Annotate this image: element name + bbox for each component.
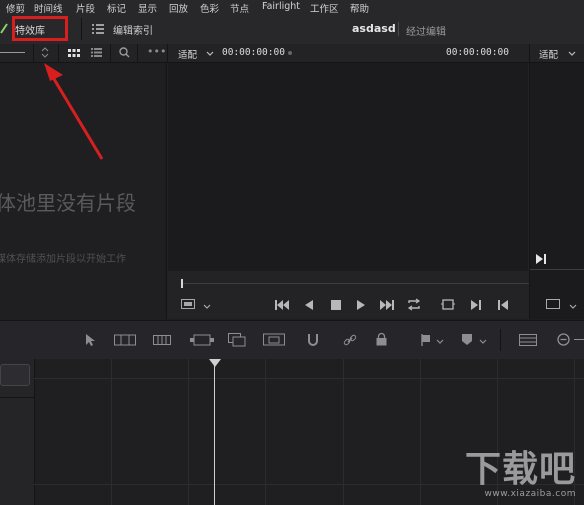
menu-trim[interactable]: 修剪: [6, 1, 25, 15]
menu-playback[interactable]: 回放: [169, 1, 188, 15]
chevron-down-icon[interactable]: [569, 302, 577, 313]
zoom-slider[interactable]: [574, 339, 584, 340]
toolbar-divider: [500, 329, 501, 351]
chevron-down-icon[interactable]: [568, 49, 576, 60]
chevron-down-icon[interactable]: [436, 337, 444, 348]
timeline-viewer-scrub[interactable]: [530, 269, 584, 270]
selection-tool-icon[interactable]: [86, 334, 95, 349]
menu-bar: 修剪 时间线 片段 标记 显示 回放 色彩 节点 Fairlight 工作区 帮…: [0, 0, 584, 15]
timeline-grid-line: [343, 359, 344, 505]
menu-workspace[interactable]: 工作区: [310, 1, 339, 15]
scrub-bar[interactable]: [181, 283, 529, 284]
scrub-playhead[interactable]: [181, 279, 183, 288]
skip-to-start-icon[interactable]: [275, 300, 289, 313]
zoom-out-icon[interactable]: [557, 333, 570, 349]
edit-index-tab[interactable]: 编辑索引: [113, 22, 153, 37]
insert-clip-icon[interactable]: [190, 333, 214, 350]
watermark-url: www.xiazaiba.com: [484, 489, 576, 499]
timeline-grid-line: [111, 359, 112, 505]
right-viewer-subbar: 适配: [529, 44, 584, 62]
more-dots-icon: •••: [147, 45, 167, 58]
play-reverse-icon[interactable]: [305, 300, 314, 313]
menu-view[interactable]: 显示: [138, 1, 157, 15]
toolbar-divider: [81, 18, 82, 40]
mode-label: 经过编辑: [406, 27, 446, 38]
blade-tool-icon[interactable]: [153, 335, 171, 348]
watermark-text: 下载吧: [464, 449, 576, 490]
menu-timeline[interactable]: 时间线: [34, 1, 63, 15]
match-frame-icon[interactable]: [441, 299, 455, 313]
viewer-timecode-right: 00:00:00:00: [446, 47, 509, 58]
list-icon[interactable]: [92, 24, 104, 37]
overwrite-clip-icon[interactable]: [228, 333, 246, 350]
timeline-grid-line: [420, 359, 421, 505]
track-label-chip[interactable]: [0, 364, 30, 386]
play-icon[interactable]: [357, 300, 366, 313]
viewer-timecode-left: 00:00:00:00: [222, 47, 285, 58]
trim-tool-icon[interactable]: [114, 334, 136, 349]
menu-color[interactable]: 色彩: [200, 1, 219, 15]
red-arrow-icon: [40, 58, 110, 171]
menu-nodes[interactable]: 节点: [230, 1, 249, 15]
safe-area-icon[interactable]: [546, 299, 560, 312]
replace-clip-icon[interactable]: [263, 333, 285, 350]
stop-icon[interactable]: [331, 300, 341, 313]
empty-pool-title: 体池里没有片段: [0, 191, 136, 215]
timeline-grid-line: [34, 378, 584, 379]
project-title: asdasd: [352, 22, 396, 35]
playhead-handle[interactable]: [209, 359, 221, 367]
menu-fairlight[interactable]: Fairlight: [262, 1, 300, 12]
snapping-icon[interactable]: [307, 333, 319, 350]
track-divider: [0, 397, 34, 398]
search-button[interactable]: [110, 44, 137, 62]
right-fit-dropdown[interactable]: 适配: [539, 47, 558, 61]
timeline-playhead[interactable]: [214, 360, 215, 505]
next-edit-icon[interactable]: [471, 300, 481, 313]
chevron-down-icon[interactable]: [203, 302, 211, 313]
timeline-grid-line: [265, 359, 266, 505]
title-divider: [398, 22, 399, 36]
watermark: 下载吧 www.xiazaiba.com: [464, 449, 576, 500]
loop-icon[interactable]: [407, 298, 421, 313]
skip-to-end-icon[interactable]: [380, 300, 394, 313]
empty-pool-hint: 媒体存储添加片段以开始工作: [0, 254, 126, 265]
timeline-view-icon[interactable]: [519, 334, 537, 349]
media-more-button[interactable]: •••: [137, 44, 167, 62]
chevron-down-icon[interactable]: [479, 337, 487, 348]
top-toolbar: 特效库 编辑索引 asdasd 经过编辑: [0, 14, 584, 45]
play-indicator-icon: [536, 254, 546, 267]
zoom-slider[interactable]: [0, 52, 25, 53]
viewer-screen[interactable]: [168, 63, 528, 271]
status-dot: [288, 51, 292, 55]
menu-help[interactable]: 帮助: [350, 1, 369, 15]
edit-toolbar: [0, 320, 584, 360]
menu-mark[interactable]: 标记: [107, 1, 126, 15]
timeline-grid-line: [188, 359, 189, 505]
timeline-viewer[interactable]: [529, 63, 584, 319]
lock-icon[interactable]: [376, 332, 387, 349]
chevron-down-icon[interactable]: [206, 49, 214, 60]
flag-icon[interactable]: [421, 334, 431, 349]
pencil-icon[interactable]: [0, 22, 8, 34]
marker-icon[interactable]: [462, 334, 472, 349]
effects-library-tab[interactable]: 特效库: [15, 22, 45, 37]
viewer-fit-dropdown[interactable]: 适配: [178, 47, 197, 61]
link-icon[interactable]: [343, 333, 357, 350]
prev-edit-icon[interactable]: [498, 300, 508, 313]
search-icon: [119, 47, 130, 61]
safe-area-icon[interactable]: [181, 299, 195, 312]
viewer-subbar: 适配 00:00:00:00 00:00:00:00: [167, 44, 529, 62]
menu-clip[interactable]: 片段: [76, 1, 95, 15]
